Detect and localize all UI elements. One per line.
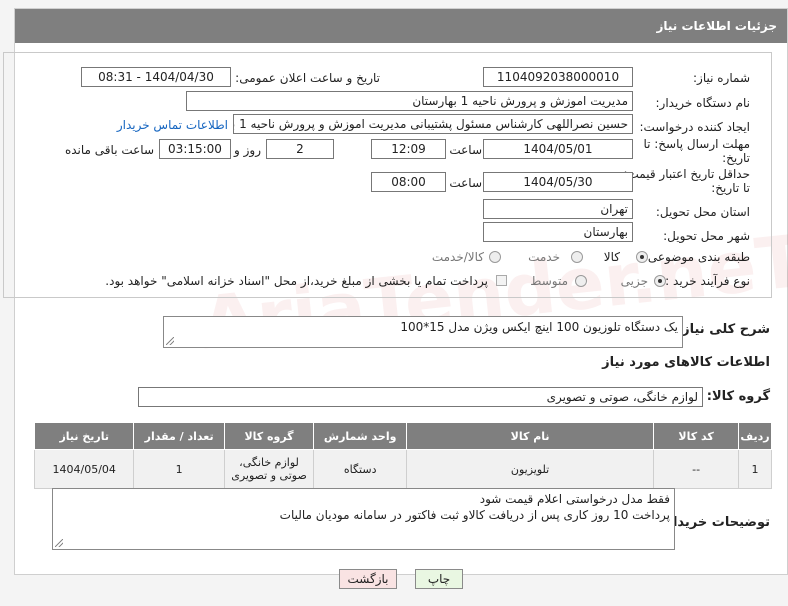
need-number-field: 1104092038000010: [483, 67, 633, 87]
deadline-time-label: ساعت: [449, 143, 482, 157]
cell-quantity: 1: [133, 449, 225, 489]
category-option-goods: کالا: [603, 250, 620, 264]
process-option-minor: جزیی: [620, 274, 648, 288]
resize-grip-icon[interactable]: [166, 337, 174, 345]
announce-datetime-field: 1404/04/30 - 08:31: [81, 67, 231, 87]
validity-date-field: 1404/05/30: [483, 172, 633, 192]
treasury-payment-note: پرداخت تمام یا بخشی از مبلغ خرید،از محل …: [105, 274, 488, 288]
remaining-time-label: ساعت باقی مانده: [64, 143, 154, 157]
deadline-label-line1: مهلت ارسال پاسخ: تا: [643, 137, 750, 151]
deadline-date-field: 1404/05/01: [483, 139, 633, 159]
buyer-notes-label: توضیحات خریدار:: [660, 515, 770, 530]
goods-group-field: لوازم خانگی، صوتی و تصویری: [138, 387, 703, 407]
col-unit: واحد شمارش: [313, 422, 408, 450]
back-button[interactable]: بازگشت: [339, 569, 397, 589]
buyer-org-label: نام دستگاه خریدار:: [655, 96, 751, 110]
deadline-time-field: 12:09: [371, 139, 446, 159]
deadline-label-line2: تاریخ:: [722, 151, 750, 165]
col-quantity: تعداد / مقدار: [133, 422, 225, 450]
col-need-date: تاریخ نیاز: [33, 422, 135, 450]
cell-unit: دستگاه: [313, 449, 408, 489]
goods-table-header: ردیف کد کالا نام کالا واحد شمارش گروه کا…: [33, 422, 772, 450]
validity-time-field: 08:00: [371, 172, 446, 192]
process-radio-medium[interactable]: [575, 275, 587, 287]
col-goods-name: نام کالا: [406, 422, 655, 450]
category-radio-service[interactable]: [571, 251, 583, 263]
category-option-service: خدمت: [528, 250, 560, 264]
category-radio-goods-service[interactable]: [489, 251, 501, 263]
announce-datetime-label: تاریخ و ساعت اعلان عمومی:: [235, 71, 380, 85]
cell-goods-group: لوازم خانگی، صوتی و تصویری: [223, 449, 315, 489]
province-field: تهران: [483, 199, 633, 219]
validity-label-line1: حداقل تاریخ اعتبار قیمت:: [623, 167, 750, 181]
page-header: جزئیات اطلاعات نیاز: [15, 9, 787, 43]
table-row: 1 -- تلویزیون دستگاه لوازم خانگی، صوتی و…: [33, 449, 772, 489]
process-type-label: نوع فرآیند خرید :: [665, 274, 750, 288]
city-field: بهارستان: [483, 222, 633, 242]
days-label: روز و: [234, 143, 261, 157]
col-row-number: ردیف: [738, 422, 772, 450]
goods-table: ردیف کد کالا نام کالا واحد شمارش گروه کا…: [33, 422, 772, 489]
print-button[interactable]: چاپ: [415, 569, 463, 589]
remaining-time-field: 03:15:00: [159, 139, 231, 159]
city-label: شهر محل تحویل:: [663, 229, 750, 243]
cell-row-number: 1: [738, 449, 772, 489]
validity-time-label: ساعت: [449, 176, 482, 190]
category-radio-goods[interactable]: [636, 251, 648, 263]
cell-need-date: 1404/05/04: [33, 449, 135, 489]
days-remaining-field: 2: [266, 139, 334, 159]
buyer-notes-line-2: پرداخت 10 روز کاری پس از دریافت کالاو ثب…: [279, 508, 670, 522]
buyer-org-field: مدیریت اموزش و پرورش ناحیه 1 بهارستان: [186, 91, 633, 111]
goods-section-title: اطلاعات کالاهای مورد نیاز: [602, 355, 770, 370]
cell-goods-name: تلویزیون: [406, 449, 655, 489]
col-goods-group: گروه کالا: [223, 422, 315, 450]
requester-label: ایجاد کننده درخواست:: [639, 120, 750, 134]
description-label: شرح کلی نیاز:: [676, 322, 770, 337]
validity-label-line2: تا تاریخ:: [711, 181, 750, 195]
need-number-label: شماره نیاز:: [693, 71, 750, 85]
buyer-notes-line-1: فقط مدل درخواستی اعلام قیمت شود: [479, 492, 670, 506]
col-goods-code: کد کالا: [653, 422, 740, 450]
goods-group-label: گروه کالا:: [706, 389, 770, 404]
page-title: جزئیات اطلاعات نیاز: [656, 19, 777, 33]
buyer-notes-textarea[interactable]: فقط مدل درخواستی اعلام قیمت شود پرداخت 1…: [52, 488, 675, 550]
description-text: یک دستگاه تلوزیون 100 اینچ ایکس ویژن مدل…: [400, 320, 678, 334]
category-option-goods-service: کالا/خدمت: [431, 250, 484, 264]
process-radio-minor[interactable]: [654, 275, 666, 287]
treasury-payment-checkbox[interactable]: [496, 275, 507, 286]
resize-grip-icon[interactable]: [55, 539, 63, 547]
cell-goods-code: --: [653, 449, 740, 489]
requester-field: حسین نصراللهی کارشناس مسئول پشتیبانی مدی…: [233, 114, 633, 134]
category-label: طبقه بندی موضوعی:: [643, 250, 750, 264]
description-textarea[interactable]: یک دستگاه تلوزیون 100 اینچ ایکس ویژن مدل…: [163, 316, 683, 348]
province-label: استان محل تحویل:: [655, 205, 750, 219]
buyer-contact-link[interactable]: اطلاعات تماس خریدار: [117, 118, 228, 132]
process-option-medium: متوسط: [530, 274, 568, 288]
